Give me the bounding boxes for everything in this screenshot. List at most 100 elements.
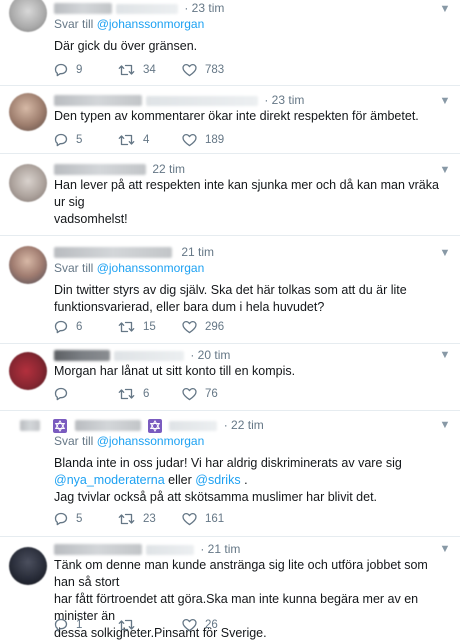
reply-mention-link[interactable]: @johanssonmorgan xyxy=(97,434,205,448)
handle-redacted xyxy=(169,420,218,431)
tweet[interactable]: 22 tim Han lever på att respekten inte k… xyxy=(0,154,460,236)
chevron-down-icon[interactable]: ▼ xyxy=(438,246,452,260)
timestamp[interactable]: · 21 tim xyxy=(200,542,240,556)
tweet-header: · 23 tim xyxy=(54,0,444,16)
like-count: 76 xyxy=(205,388,218,400)
retweet-button[interactable] xyxy=(118,617,143,633)
reply-count: 1 xyxy=(76,619,83,631)
tweet[interactable]: · 23 tim Den typen av kommentarer ökar i… xyxy=(0,86,460,154)
reply-mention-link[interactable]: @johanssonmorgan xyxy=(97,17,205,31)
tweet-text-line: Morgan har lånat ut sitt konto till en k… xyxy=(54,364,296,378)
display-name-redacted[interactable] xyxy=(54,247,172,259)
timestamp[interactable]: · 23 tim xyxy=(184,1,224,15)
like-count: 26 xyxy=(205,619,218,631)
mention-link[interactable]: @nya_moderaterna xyxy=(54,473,165,487)
reply-button[interactable]: 1 xyxy=(54,617,82,633)
chevron-down-icon[interactable]: ▼ xyxy=(438,2,452,16)
tweet-header: · 21 tim xyxy=(54,541,444,557)
tweet-text-line: vadsomhelst! xyxy=(54,212,128,226)
mention-link[interactable]: @sdriks xyxy=(195,473,240,487)
reply-button[interactable]: 6 xyxy=(54,319,82,335)
reply-button[interactable]: 5 xyxy=(54,132,82,148)
avatar[interactable] xyxy=(9,246,47,284)
heart-icon xyxy=(182,63,197,77)
display-name-redacted[interactable] xyxy=(54,3,112,15)
reply-prefix: Svar till xyxy=(54,434,94,448)
reply-context: Svar till @johanssonmorgan xyxy=(54,433,444,449)
reply-count: 6 xyxy=(76,321,83,333)
tweet-text-line: Han lever på att respekten inte kan sjun… xyxy=(54,178,439,209)
reply-button[interactable]: 9 xyxy=(54,62,82,78)
tweet-text: Han lever på att respekten inte kan sjun… xyxy=(54,177,444,228)
like-count: 783 xyxy=(205,64,225,76)
avatar[interactable] xyxy=(9,164,47,202)
display-name-redacted[interactable] xyxy=(54,350,110,362)
tweet-header: · 23 tim xyxy=(54,92,444,108)
chevron-down-icon[interactable]: ▼ xyxy=(438,94,452,108)
like-button[interactable]: 26 xyxy=(182,617,218,633)
display-name-redacted[interactable] xyxy=(20,420,40,432)
star-of-david-icon xyxy=(148,418,163,433)
timestamp[interactable]: · 23 tim xyxy=(264,93,304,107)
reply-icon xyxy=(54,618,68,632)
tweet-text-line: Blanda inte in oss judar! Vi har aldrig … xyxy=(54,456,402,470)
avatar[interactable] xyxy=(9,352,47,390)
display-name-redacted[interactable] xyxy=(54,95,142,107)
retweet-count: 4 xyxy=(143,134,150,146)
timestamp[interactable]: · 22 tim xyxy=(224,418,264,432)
tweet-text: Där gick du över gränsen. xyxy=(54,38,444,55)
tweet[interactable]: · 21 tim Tänk om denne man kunde ansträn… xyxy=(0,537,460,640)
tweet-text: Tänk om denne man kunde anstränga sig li… xyxy=(54,557,444,642)
retweet-icon xyxy=(118,619,135,631)
reply-icon xyxy=(54,320,68,334)
handle-redacted xyxy=(146,544,194,555)
display-name-redacted[interactable] xyxy=(54,164,146,176)
like-button[interactable]: 189 xyxy=(182,132,224,148)
handle-redacted xyxy=(116,3,178,14)
like-count: 296 xyxy=(205,321,225,333)
tweet[interactable]: 21 tim Svar till @johanssonmorgan Din tw… xyxy=(0,236,460,344)
reply-button[interactable]: 5 xyxy=(54,511,82,527)
heart-icon xyxy=(182,387,197,401)
retweet-button[interactable]: 4 xyxy=(118,132,149,148)
reply-button[interactable] xyxy=(54,386,76,402)
avatar[interactable] xyxy=(9,547,47,585)
like-button[interactable]: 76 xyxy=(182,386,218,402)
retweet-button[interactable]: 6 xyxy=(118,386,149,402)
tweet-header: 21 tim xyxy=(54,244,444,260)
avatar[interactable] xyxy=(9,0,47,32)
reply-prefix: Svar till xyxy=(54,261,94,275)
retweet-button[interactable]: 34 xyxy=(118,62,156,78)
chevron-down-icon[interactable]: ▼ xyxy=(438,163,452,177)
timestamp[interactable]: · 20 tim xyxy=(190,348,230,362)
retweet-button[interactable]: 23 xyxy=(118,511,156,527)
chevron-down-icon[interactable]: ▼ xyxy=(438,418,452,432)
tweet-text: Morgan har lånat ut sitt konto till en k… xyxy=(54,363,444,380)
timestamp[interactable]: 22 tim xyxy=(152,162,185,176)
retweet-icon xyxy=(118,64,135,76)
like-button[interactable]: 161 xyxy=(182,511,224,527)
tweet-text-line: dessa solkigheter.Pinsamt för Sverige. xyxy=(54,626,267,640)
tweet[interactable]: · 20 tim Morgan har lånat ut sitt konto … xyxy=(0,344,460,411)
like-button[interactable]: 783 xyxy=(182,62,224,78)
chevron-down-icon[interactable]: ▼ xyxy=(438,348,452,362)
tweet-header: · 22 tim xyxy=(20,417,444,433)
like-button[interactable]: 296 xyxy=(182,319,224,335)
tweet[interactable]: · 23 tim Svar till @johanssonmorgan Där … xyxy=(0,0,460,86)
retweet-count: 34 xyxy=(143,64,156,76)
tweet[interactable]: · 22 tim Svar till @johanssonmorgan Blan… xyxy=(0,411,460,537)
retweet-icon xyxy=(118,321,135,333)
avatar[interactable] xyxy=(9,93,47,131)
retweet-count: 15 xyxy=(143,321,156,333)
heart-icon xyxy=(182,133,197,147)
like-count: 161 xyxy=(205,513,225,525)
heart-icon xyxy=(182,618,197,632)
tweet-text: Den typen av kommentarer ökar inte direk… xyxy=(54,108,444,125)
reply-mention-link[interactable]: @johanssonmorgan xyxy=(97,261,205,275)
timestamp[interactable]: 21 tim xyxy=(181,245,214,259)
display-name-redacted[interactable] xyxy=(54,544,142,556)
reply-icon xyxy=(54,387,68,401)
chevron-down-icon[interactable]: ▼ xyxy=(438,542,452,556)
retweet-button[interactable]: 15 xyxy=(118,319,156,335)
display-name-redacted[interactable] xyxy=(74,420,141,432)
